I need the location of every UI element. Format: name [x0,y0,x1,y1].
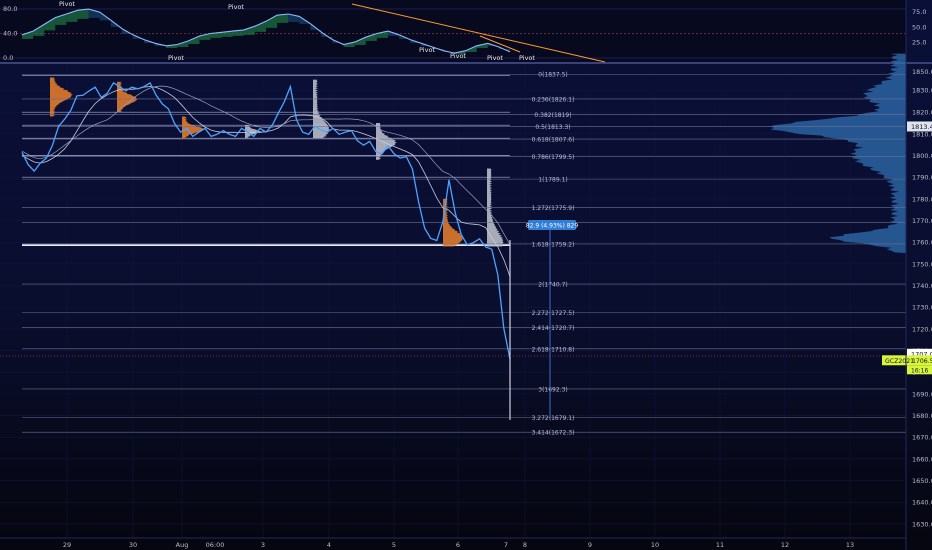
symbol-text: GCZ2021 [885,358,914,365]
fib-level-label: 3(1692.3) [538,386,568,393]
fib-level-label: 0.382(1819) [534,112,571,119]
price-tick-label: 1800.0 [912,152,932,160]
price-tick-label: 1630.0 [912,520,932,528]
fib-level-label: 1.272(1775.9) [532,205,575,212]
chart-background [0,0,932,550]
fib-level-label: 2.272(1727.5) [532,310,575,317]
fib-level-label: 3.272(1679.1) [532,415,575,422]
pivot-label: Pivot [168,54,184,62]
oscillator-tick-label: 40.0 [3,30,17,38]
price-tick-label: 1810.0 [912,130,932,138]
time-tick-label: 06:00 [206,541,225,549]
time-tick-label: 11 [716,541,724,549]
fib-level-label: 0(1837.5) [538,72,568,79]
price-tick-label: 1830.0 [912,87,932,95]
time-tick-label: 30 [129,541,137,549]
fib-level-label: 0.618(1807.6) [532,137,575,144]
time-tick-label: 7 [504,541,508,549]
price-tick-label: 1820.0 [912,109,932,117]
oscillator-right-tick: 50.0 [912,23,926,31]
price-tick-label: 1730.0 [912,304,932,312]
fib-level-label: 1.618(1759.2) [532,241,575,248]
time-tick-label: 3 [261,541,265,549]
countdown-text: 16:16 [911,367,928,374]
time-tick-label: 10 [651,541,659,549]
oscillator-right-tick: 75.0 [912,8,926,16]
time-tick-label: 6 [456,541,460,549]
time-tick-label: 8 [523,541,527,549]
pivot-label: Pivot [228,3,244,11]
price-tick-label: 1740.0 [912,282,932,290]
price-tick-label: 1690.0 [912,390,932,398]
oscillator-tick-label: 80.0 [3,5,17,13]
fib-level-label: 2(1740.7) [538,282,568,289]
pivot-label: Pivot [519,54,535,62]
price-tick-label: 1790.0 [912,174,932,182]
time-tick-label: Aug [176,541,189,549]
time-tick-label: 13 [846,541,854,549]
price-tick-label: 1770.0 [912,217,932,225]
fib-level-label: 3.414(1672.3) [532,430,575,437]
time-tick-label: 12 [781,541,789,549]
oscillator-panel: Pivot Pivot Pivot Pivot Pivot Pivot Pivot 80.0… [0,0,926,63]
fib-level-label: 1(1789.1) [538,177,568,184]
measure-badge-text: 82.9 (4.93%) 829 [526,223,579,230]
fib-level-label: 2.618(1710.8) [532,346,575,353]
price-tick-label: 1750.0 [912,260,932,268]
last-price-text: 1706.5 [912,358,932,365]
oscillator-tick-label: 0.0 [3,54,13,62]
price-tick-label-partial: 1850.0 [912,68,932,76]
price-tick-label: 1650.0 [912,477,932,485]
time-tick-label: 5 [392,541,396,549]
pivot-label: Pivot [487,54,503,62]
time-tick-label: 29 [63,541,71,549]
fib-level-label: 0.786(1799.5) [532,154,575,161]
chart-canvas: Pivot PivotPivotPivotPivot Pivot Pivot 80.0… [0,0,932,550]
time-tick-label: 9 [588,541,592,549]
price-tick-label: 1640.0 [912,499,932,507]
oscillator-right-tick: 25.0 [912,39,926,47]
crosshair-price-text: 1813.4 [911,123,932,131]
price-tick-label: 1760.0 [912,239,932,247]
pivot-label: Pivot [450,52,466,60]
price-tick-label: 1660.0 [912,455,932,463]
price-tick-label: 1720.0 [912,325,932,333]
price-tick-label: 1780.0 [912,195,932,203]
fib-level-label: 2.414(1720.7) [532,325,575,332]
price-tick-label: 1670.0 [912,434,932,442]
pivot-label: Pivot [59,0,75,8]
pivot-label: Pivot [419,46,435,54]
time-tick-label: 4 [327,541,331,549]
fib-level-label: 0.236(1826.1) [532,96,575,103]
fib-level-label: 0.5(1813.3) [535,124,570,131]
oscillator-right-axis: 75.0 50.0 25.0 [912,8,926,47]
price-tick-label: 1680.0 [912,412,932,420]
